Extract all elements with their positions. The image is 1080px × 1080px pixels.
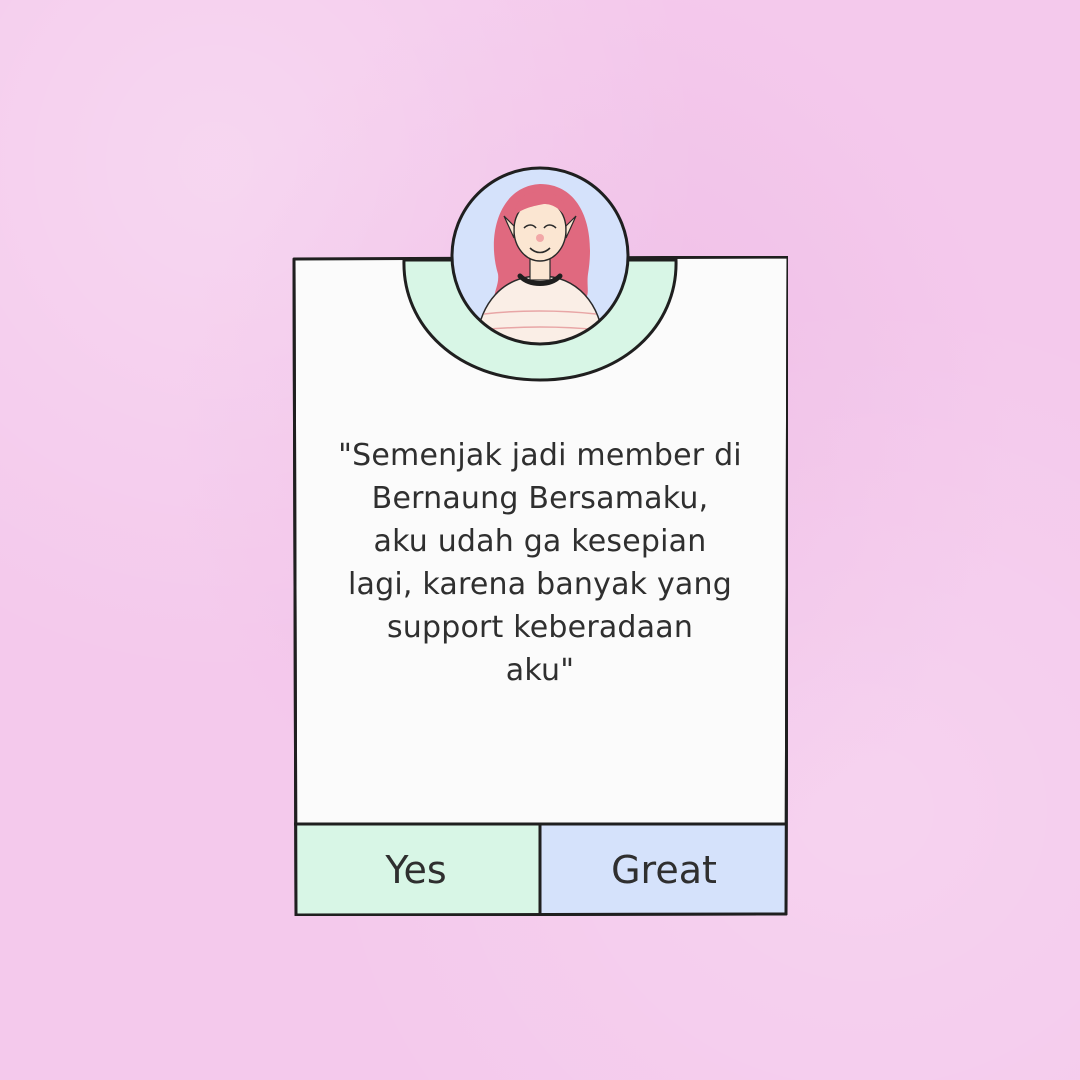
yes-button[interactable]: Yes bbox=[294, 824, 538, 916]
woman-avatar-icon bbox=[450, 166, 630, 346]
testimonial-quote: "Semenjak jadi member di Bernaung Bersam… bbox=[338, 438, 742, 688]
testimonial-card: "Semenjak jadi member di Bernaung Bersam… bbox=[292, 256, 788, 916]
great-button[interactable]: Great bbox=[542, 824, 786, 916]
